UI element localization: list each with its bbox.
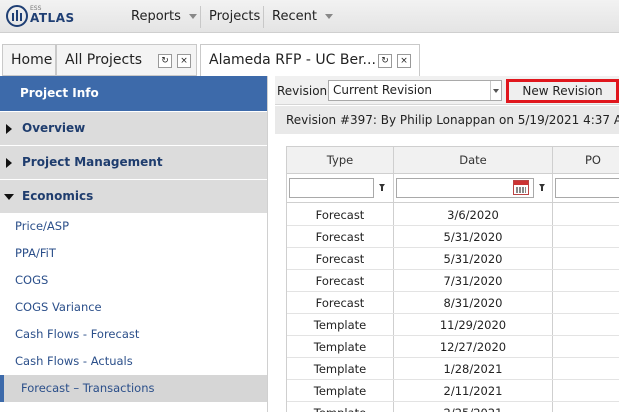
close-icon[interactable]: × — [397, 54, 411, 68]
revision-info: Revision #397: By Philip Lonappan on 5/1… — [275, 106, 619, 134]
cell-date: 3/6/2020 — [447, 208, 499, 222]
chevron-right-icon — [6, 158, 12, 168]
revision-toolbar: Revision: Current Revision New Revision — [275, 76, 619, 105]
sidebar-section-economics[interactable]: Economics — [0, 179, 267, 213]
sidebar-item-cash-flows-forecast[interactable]: Cash Flows - Forecast — [0, 321, 267, 348]
sidebar-item-cogs[interactable]: COGS — [0, 267, 267, 294]
cell-type: Template — [313, 340, 367, 354]
revision-select-value: Current Revision — [333, 83, 433, 97]
cell-type: Template — [313, 318, 367, 332]
cell-date: 11/29/2020 — [439, 318, 507, 332]
filter-po-input[interactable] — [555, 178, 619, 198]
tab-alameda-rfp-label: Alameda RFP - UC Ber... — [209, 52, 376, 68]
cell-date: 8/31/2020 — [443, 296, 503, 310]
sidebar-section-label: Project Management — [22, 155, 163, 169]
cell-date: 7/31/2020 — [443, 274, 503, 288]
revision-label: Revision: — [277, 84, 332, 98]
nav-divider — [263, 6, 264, 28]
cell-type: Template — [287, 402, 393, 412]
table-row[interactable]: Template 2/25/2021 — [287, 402, 619, 412]
column-header-date[interactable]: Date — [394, 147, 552, 174]
table-row[interactable]: Template 11/29/2020 — [287, 314, 619, 336]
nav-reports-label: Reports — [131, 9, 181, 24]
tab-strip: Home All Projects ↻ × Alameda RFP - UC B… — [0, 44, 619, 77]
nav-reports[interactable]: Reports — [131, 0, 197, 33]
table-row[interactable]: Forecast 5/31/2020 — [287, 248, 619, 270]
revision-select[interactable]: Current Revision — [328, 80, 502, 101]
table-row[interactable]: Forecast 3/6/2020 — [287, 204, 619, 226]
nav-recent-label: Recent — [272, 9, 317, 24]
main-content: Revision: Current Revision New Revision … — [275, 76, 619, 412]
filter-cell-date — [394, 174, 552, 203]
transactions-grid: Type Date PO Forecast 3/6/2020 Forecast … — [286, 146, 619, 412]
sidebar-item-cash-flows-actuals[interactable]: Cash Flows - Actuals — [0, 348, 267, 375]
tab-alameda-rfp[interactable]: Alameda RFP - UC Ber... ↻ × — [200, 44, 420, 77]
cell-type: Forecast — [315, 252, 365, 266]
cell-date: 12/27/2020 — [439, 340, 507, 354]
sidebar-item-price-asp[interactable]: Price/ASP — [0, 213, 267, 240]
cell-date: 5/31/2020 — [443, 230, 503, 244]
sidebar-header: Project Info — [0, 76, 267, 111]
cell-date: 5/31/2020 — [443, 252, 503, 266]
cell-type: Forecast — [315, 208, 365, 222]
cell-type: Template — [313, 384, 367, 398]
filter-icon[interactable] — [379, 184, 387, 192]
nav-recent[interactable]: Recent — [272, 0, 333, 33]
filter-cell-po — [553, 174, 619, 203]
sidebar-section-project-management[interactable]: Project Management — [0, 145, 267, 179]
calendar-icon[interactable] — [513, 180, 529, 195]
tab-home[interactable]: Home — [2, 44, 56, 76]
logo-name: ATLAS — [30, 11, 75, 25]
refresh-icon[interactable]: ↻ — [158, 54, 172, 68]
sidebar-section-label: Overview — [22, 121, 86, 135]
cell-type: Template — [313, 362, 367, 376]
column-header-type[interactable]: Type — [287, 147, 393, 174]
filter-icon[interactable] — [539, 184, 547, 192]
atlas-logo[interactable]: ESS ATLAS — [6, 3, 76, 31]
chevron-down-icon — [188, 14, 197, 19]
sidebar-section-overview[interactable]: Overview — [0, 111, 267, 145]
cell-date: 2/25/2021 — [394, 402, 552, 412]
top-nav-bar: ESS ATLAS Reports Projects Recent — [0, 0, 619, 33]
cell-type: Forecast — [315, 296, 365, 310]
refresh-icon[interactable]: ↻ — [378, 54, 392, 68]
cell-type: Forecast — [315, 230, 365, 244]
filter-type-input[interactable] — [289, 178, 374, 198]
table-row[interactable]: Template 12/27/2020 — [287, 336, 619, 358]
cell-date: 2/11/2021 — [443, 384, 503, 398]
cell-date: 1/28/2021 — [443, 362, 503, 376]
table-row[interactable]: Template 2/11/2021 — [287, 380, 619, 402]
table-row[interactable]: Forecast 5/31/2020 — [287, 226, 619, 248]
chevron-down-icon — [4, 194, 14, 200]
sidebar-item-forecast-transactions[interactable]: Forecast – Transactions — [0, 375, 267, 402]
tab-all-projects-label: All Projects — [65, 52, 142, 68]
sidebar-item-ppa-fit[interactable]: PPA/FiT — [0, 240, 267, 267]
sidebar: Project Info Overview Project Management… — [0, 76, 268, 412]
chevron-right-icon — [6, 124, 12, 134]
table-row[interactable]: Forecast 7/31/2020 — [287, 270, 619, 292]
chevron-down-icon — [324, 14, 333, 19]
sidebar-item-cogs-variance[interactable]: COGS Variance — [0, 294, 267, 321]
cell-type: Forecast — [315, 274, 365, 288]
nav-divider — [200, 6, 201, 28]
tab-all-projects[interactable]: All Projects ↻ × — [56, 44, 197, 76]
chevron-down-icon[interactable] — [490, 81, 501, 100]
filter-cell-type — [287, 174, 393, 203]
sidebar-section-label: Economics — [22, 189, 94, 203]
close-icon[interactable]: × — [177, 54, 191, 68]
logo-icon — [6, 5, 28, 27]
new-revision-button[interactable]: New Revision — [506, 79, 619, 103]
table-row[interactable]: Forecast 8/31/2020 — [287, 292, 619, 314]
column-header-po[interactable]: PO — [553, 147, 619, 174]
table-row[interactable]: Template 1/28/2021 — [287, 358, 619, 380]
nav-projects[interactable]: Projects — [209, 0, 260, 33]
